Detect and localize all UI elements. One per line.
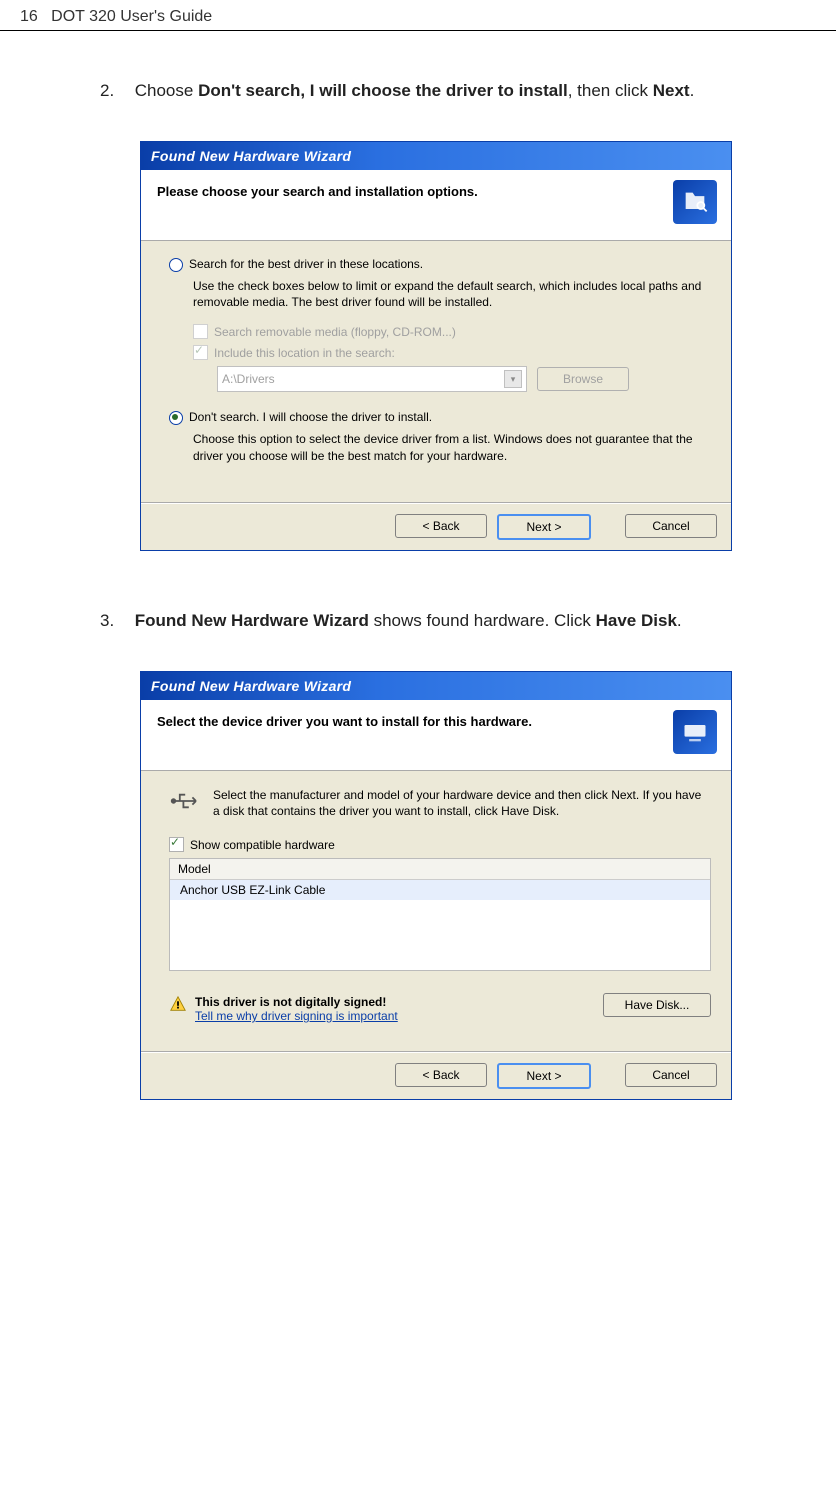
wizard-header-text: Please choose your search and installati…	[157, 184, 715, 199]
step-text: Choose Don't search, I will choose the d…	[135, 81, 695, 100]
back-button[interactable]: < Back	[395, 514, 487, 538]
radio-dont-search[interactable]: Don't search. I will choose the driver t…	[169, 410, 711, 425]
signing-info-link[interactable]: Tell me why driver signing is important	[195, 1009, 398, 1023]
wizard-search-options: Found New Hardware Wizard Please choose …	[140, 141, 732, 551]
option1-description: Use the check boxes below to limit or ex…	[193, 278, 711, 310]
wizard-body: Select the manufacturer and model of you…	[141, 771, 731, 1051]
model-row[interactable]: Anchor USB EZ-Link Cable	[170, 880, 710, 900]
checkbox-include-location: Include this location in the search:	[193, 345, 711, 360]
description-text: Select the manufacturer and model of you…	[213, 787, 711, 819]
step-number: 3.	[100, 611, 130, 631]
warning-row: This driver is not digitally signed! Tel…	[169, 995, 398, 1023]
path-row: A:\Drivers ▾ Browse	[217, 366, 711, 392]
checkbox-label: Search removable media (floppy, CD-ROM..…	[214, 325, 456, 339]
warning-and-havedisk: This driver is not digitally signed! Tel…	[169, 989, 711, 1027]
radio-label: Don't search. I will choose the driver t…	[189, 410, 432, 424]
checkbox-removable-media: Search removable media (floppy, CD-ROM..…	[193, 324, 711, 339]
wizard-footer: < Back Next > Cancel	[141, 1052, 731, 1099]
wizard-header: Select the device driver you want to ins…	[141, 700, 731, 771]
wizard-select-driver: Found New Hardware Wizard Select the dev…	[140, 671, 732, 1100]
step-3: 3. Found New Hardware Wizard shows found…	[100, 611, 776, 631]
checkbox-icon	[193, 324, 208, 339]
doc-title: DOT 320 User's Guide	[51, 8, 212, 25]
page-header: 16 DOT 320 User's Guide	[0, 0, 836, 31]
wizard-icon	[673, 710, 717, 754]
description-row: Select the manufacturer and model of you…	[169, 787, 711, 819]
option2-description: Choose this option to select the device …	[193, 431, 711, 463]
wizard-body: Search for the best driver in these loca…	[141, 241, 731, 502]
page-content: 2. Choose Don't search, I will choose th…	[0, 31, 836, 1180]
table-empty-space	[170, 900, 710, 970]
chevron-down-icon: ▾	[504, 370, 522, 388]
warning-icon	[169, 995, 187, 1013]
checkbox-icon	[169, 837, 184, 852]
next-button[interactable]: Next >	[497, 514, 591, 540]
checkbox-icon	[193, 345, 208, 360]
step-text: Found New Hardware Wizard shows found ha…	[135, 611, 682, 630]
radio-icon	[169, 411, 183, 425]
step-number: 2.	[100, 81, 130, 101]
checkbox-show-compatible[interactable]: Show compatible hardware	[169, 837, 711, 852]
wizard-header-text: Select the device driver you want to ins…	[157, 714, 715, 729]
wizard-titlebar: Found New Hardware Wizard	[141, 142, 731, 170]
have-disk-button[interactable]: Have Disk...	[603, 993, 711, 1017]
radio-label: Search for the best driver in these loca…	[189, 257, 423, 271]
model-column-header: Model	[170, 859, 710, 880]
checkbox-label: Show compatible hardware	[190, 838, 335, 852]
checkbox-label: Include this location in the search:	[214, 346, 395, 360]
wizard-titlebar: Found New Hardware Wizard	[141, 672, 731, 700]
usb-icon	[169, 787, 205, 815]
cancel-button[interactable]: Cancel	[625, 1063, 717, 1087]
warning-text: This driver is not digitally signed! Tel…	[195, 995, 398, 1023]
back-button[interactable]: < Back	[395, 1063, 487, 1087]
step-2: 2. Choose Don't search, I will choose th…	[100, 81, 776, 101]
model-table: Model Anchor USB EZ-Link Cable	[169, 858, 711, 971]
cancel-button[interactable]: Cancel	[625, 514, 717, 538]
browse-button: Browse	[537, 367, 629, 391]
radio-search-best[interactable]: Search for the best driver in these loca…	[169, 257, 711, 272]
path-value: A:\Drivers	[222, 372, 275, 386]
wizard-header: Please choose your search and installati…	[141, 170, 731, 241]
wizard-icon	[673, 180, 717, 224]
wizard-footer: < Back Next > Cancel	[141, 503, 731, 550]
page-number: 16	[20, 8, 38, 25]
next-button[interactable]: Next >	[497, 1063, 591, 1089]
radio-icon	[169, 258, 183, 272]
path-combobox: A:\Drivers ▾	[217, 366, 527, 392]
